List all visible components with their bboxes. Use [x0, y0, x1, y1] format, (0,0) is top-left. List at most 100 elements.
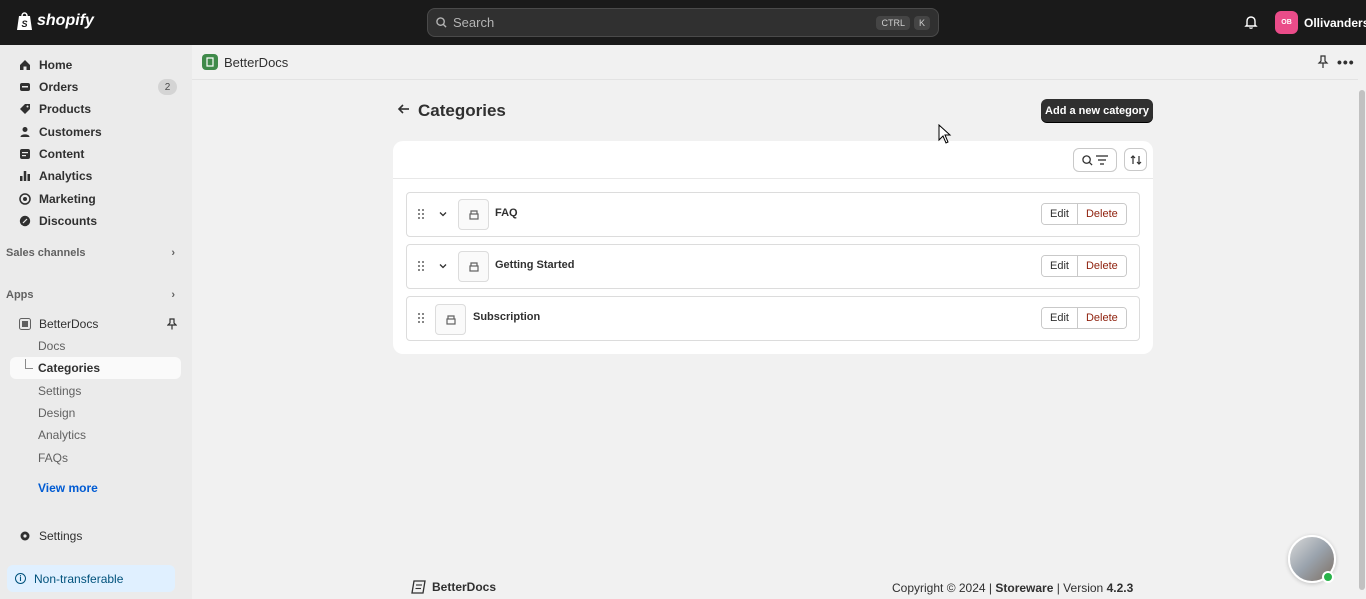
sidebar-item-home[interactable]: Home — [10, 54, 181, 76]
company-link[interactable]: Storeware — [995, 581, 1053, 595]
search-icon — [1082, 154, 1093, 166]
sidebar-item-label: Content — [39, 147, 85, 161]
edit-button[interactable]: Edit — [1042, 256, 1078, 276]
store-name: Ollivanders — [1304, 15, 1366, 30]
category-icon — [435, 304, 466, 335]
sidebar-item-customers[interactable]: Customers — [10, 121, 181, 143]
delete-button[interactable]: Delete — [1077, 256, 1126, 276]
sidebar-item-categories[interactable]: Categories — [10, 357, 181, 379]
search-input[interactable]: Search CTRL K — [427, 8, 939, 37]
row-actions: Edit Delete — [1041, 203, 1127, 225]
sidebar-item-label: Marketing — [39, 192, 96, 206]
sidebar-item-label: Settings — [39, 529, 83, 543]
card-toolbar — [393, 141, 1153, 179]
sidebar-item-label: Products — [39, 102, 92, 116]
sidebar-item-label: Analytics — [39, 169, 93, 183]
store-avatar: OB — [1275, 11, 1298, 34]
category-icon — [458, 199, 489, 230]
edit-button[interactable]: Edit — [1042, 204, 1078, 224]
sales-channels-label: Sales channels — [6, 247, 86, 259]
drag-handle-icon[interactable] — [417, 312, 425, 324]
sidebar-item-label: Orders — [39, 80, 79, 94]
sidebar-item-label: Categories — [38, 361, 101, 375]
category-name: Getting Started — [495, 259, 575, 271]
sidebar-item-products[interactable]: Products — [10, 98, 181, 120]
category-row-faq[interactable]: FAQ Edit Delete — [406, 192, 1140, 237]
sidebar-item-faqs[interactable]: FAQs — [10, 447, 181, 469]
pin-icon[interactable] — [1316, 55, 1330, 69]
chevron-right-icon: › — [171, 247, 175, 259]
edit-button[interactable]: Edit — [1042, 308, 1078, 328]
sidebar-item-settings[interactable]: Settings — [10, 525, 181, 547]
sidebar-item-label: Docs — [38, 339, 66, 353]
filter-icon — [1096, 155, 1108, 165]
svg-text:S: S — [21, 19, 27, 29]
sidebar-item-docs[interactable]: Docs — [10, 335, 181, 357]
delete-button[interactable]: Delete — [1077, 308, 1126, 328]
page-title: Categories — [418, 101, 506, 120]
tag-icon — [18, 103, 31, 116]
gear-icon — [18, 530, 31, 543]
copyright-text: Copyright © 2024 | — [892, 581, 993, 595]
search-filter-button[interactable] — [1073, 148, 1117, 172]
version-label: | Version — [1056, 581, 1104, 595]
sidebar-item-betterdocs[interactable]: BetterDocs — [10, 313, 181, 335]
row-actions: Edit Delete — [1041, 307, 1127, 329]
sidebar-item-label: Analytics — [38, 428, 87, 442]
pin-icon[interactable] — [167, 318, 177, 330]
sidebar-item-discounts[interactable]: Discounts — [10, 210, 181, 232]
sort-button[interactable] — [1124, 148, 1147, 171]
online-status-dot — [1322, 571, 1334, 583]
shortcut-ctrl: CTRL — [876, 15, 910, 30]
sidebar-item-settings-app[interactable]: Settings — [10, 380, 181, 402]
sidebar-item-content[interactable]: Content — [10, 143, 181, 165]
app-title: BetterDocs — [224, 54, 289, 70]
notification-bell-icon[interactable] — [1243, 14, 1259, 30]
view-more-link[interactable]: View more — [38, 481, 98, 495]
store-menu[interactable]: OB Ollivanders — [1275, 11, 1366, 34]
sidebar-item-label: Design — [38, 406, 76, 420]
chevron-down-icon[interactable] — [438, 209, 448, 219]
sidebar-item-label: FAQs — [38, 451, 69, 465]
bar-chart-icon — [18, 170, 31, 183]
add-category-button[interactable]: Add a new category — [1041, 99, 1153, 122]
shopify-logo[interactable]: S shopify — [16, 11, 94, 31]
category-row-getting-started[interactable]: Getting Started Edit Delete — [406, 244, 1140, 289]
category-name: FAQ — [495, 207, 518, 219]
search-icon — [436, 17, 447, 28]
sidebar-item-label: BetterDocs — [39, 317, 99, 331]
apps-section[interactable]: Apps › — [6, 289, 183, 301]
back-arrow-icon[interactable] — [397, 102, 411, 116]
scrollbar[interactable] — [1358, 80, 1366, 599]
chevron-right-icon: › — [171, 289, 175, 301]
version-number: 4.2.3 — [1106, 581, 1134, 595]
drag-handle-icon[interactable] — [417, 260, 425, 272]
betterdocs-logo-icon — [202, 54, 218, 70]
sales-channels-section[interactable]: Sales channels › — [6, 247, 183, 259]
chevron-down-icon[interactable] — [438, 261, 448, 271]
sidebar-item-app-analytics[interactable]: Analytics — [10, 424, 181, 446]
non-transferable-banner[interactable]: i Non-transferable — [7, 565, 175, 592]
app-title-bar: BetterDocs — [192, 45, 1358, 80]
footer-brand: BetterDocs — [410, 580, 496, 594]
more-actions-icon[interactable]: ••• — [1337, 54, 1355, 70]
scrollbar-thumb[interactable] — [1359, 90, 1365, 590]
footer-copyright: Copyright © 2024 | Storeware | Version 4… — [892, 581, 1133, 595]
row-actions: Edit Delete — [1041, 255, 1127, 277]
search-placeholder: Search — [453, 15, 495, 30]
discount-icon — [18, 215, 31, 228]
sidebar-item-orders[interactable]: Orders 2 — [10, 76, 181, 98]
apps-label: Apps — [6, 289, 34, 301]
info-icon: i — [15, 573, 26, 584]
category-row-subscription[interactable]: Subscription Edit Delete — [406, 296, 1140, 341]
sidebar-item-analytics[interactable]: Analytics — [10, 165, 181, 187]
sidebar-item-marketing[interactable]: Marketing — [10, 188, 181, 210]
main-content: BetterDocs ••• Categories Add a new cate… — [192, 45, 1366, 599]
shortcut-k: K — [913, 15, 930, 30]
sort-icon — [1130, 154, 1141, 165]
sidebar: Home Orders 2 Products Customers Content… — [0, 45, 192, 599]
drag-handle-icon[interactable] — [417, 208, 425, 220]
sidebar-item-design[interactable]: Design — [10, 402, 181, 424]
delete-button[interactable]: Delete — [1077, 204, 1126, 224]
betterdocs-app-icon — [18, 318, 31, 331]
